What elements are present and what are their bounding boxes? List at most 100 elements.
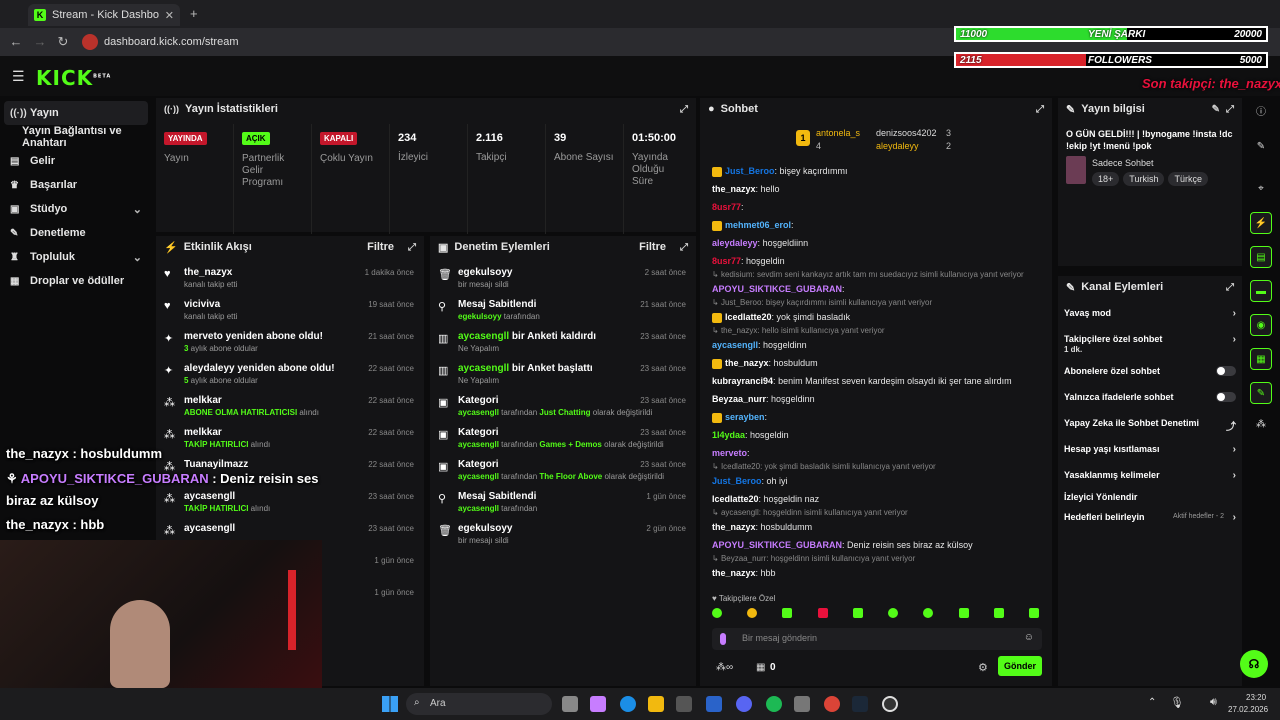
moderation-row[interactable]: ⚲ Mesaj Sabitlendi aycasengll tarafından… <box>430 488 696 520</box>
activity-row[interactable]: ⁂ melkkar ABONE OLMA HATIRLATICISI alınd… <box>156 392 424 424</box>
chat-message[interactable]: Just_Beroo: bişey kaçırdımmı <box>700 162 1052 180</box>
emote-icon[interactable] <box>958 608 969 618</box>
filter-button[interactable]: Filtre <box>639 241 666 253</box>
steam-icon[interactable] <box>852 696 868 712</box>
chat-message[interactable]: Icedlatte20: yok şimdi basladık <box>700 308 1052 326</box>
sidebar-item-topluluk[interactable]: ♜ Topluluk ⌄ <box>0 245 152 269</box>
edit-icon[interactable]: ✎ <box>1212 104 1220 115</box>
edit-icon[interactable]: ✎ <box>1250 136 1272 158</box>
moderation-row[interactable]: ▣ Kategori aycasengll tarafından The Flo… <box>430 456 696 488</box>
channel-action-row[interactable]: Yasaklanmış kelimeler › <box>1064 470 1236 481</box>
gift-icon[interactable]: ▦ <box>756 662 765 673</box>
emote-icon[interactable] <box>923 608 934 618</box>
moderation-row[interactable]: 🗑︎ egekulsoyy bir mesajı sildi 2 gün önc… <box>430 520 696 552</box>
back-icon[interactable]: ← <box>8 34 24 50</box>
channel-action-row[interactable]: Takipçilere özel sohbet 1 dk. › <box>1064 334 1236 354</box>
chat-message[interactable]: aleydaleyy: hoşgeldiinn <box>700 234 1052 252</box>
expand-icon[interactable]: ⤢ <box>1226 104 1234 115</box>
chat-message[interactable]: the_nazyx: hello <box>700 180 1052 198</box>
emote-icon[interactable] <box>817 608 828 618</box>
chat-reply-context[interactable]: ↳ Beyzaa_nurr: hoşgeldinn isimli kullanı… <box>700 554 1052 564</box>
kick-logo[interactable]: KICKBETA <box>36 66 111 90</box>
target-icon[interactable]: ⌖ <box>1250 178 1272 200</box>
broadcast-icon[interactable]: ◉ <box>1250 314 1272 336</box>
activity-row[interactable]: ✦ aleydaleyy yeniden abone oldu! 5 aylık… <box>156 360 424 392</box>
activity-row[interactable]: ⁂ aycasengll TAKİP HATIRLICI alındı 23 s… <box>156 488 424 520</box>
taskbar-search[interactable]: ⌕ Ara <box>406 693 552 715</box>
chat-message[interactable]: aycasengll: hoşgeldinn <box>700 336 1052 354</box>
folder-icon[interactable] <box>648 696 664 712</box>
chat-icon[interactable]: ▬ <box>1250 280 1272 302</box>
points-icon[interactable]: ⁂∞ <box>716 662 733 673</box>
tray-chevron-icon[interactable]: ⌃ <box>1148 697 1156 708</box>
channel-action-row[interactable]: İzleyici Yönlendir <box>1064 492 1236 503</box>
channel-action-row[interactable]: Hesap yaşı kısıtlaması › <box>1064 444 1236 455</box>
tag[interactable]: 18+ <box>1092 172 1120 186</box>
chat-message[interactable]: APOYU_SIKTIKCE_GUBARAN: Deniz reisin ses… <box>700 536 1052 554</box>
browser-tab[interactable]: K Stream - Kick Dashboard ✕ <box>28 4 180 26</box>
expand-icon[interactable]: ⤢ <box>1226 282 1234 293</box>
sidebar-item-yayin[interactable]: ((·)) Yayın <box>4 101 148 125</box>
expand-icon[interactable]: ⤢ <box>680 242 688 253</box>
clock-date[interactable]: 27.02.2026 <box>1228 705 1268 714</box>
chrome-icon[interactable] <box>824 696 840 712</box>
sidebar-item-stream-key[interactable]: Yayın Bağlantısı ve Anahtarı <box>0 125 152 149</box>
activity-row[interactable]: ♥ viciviva kanalı takip etti 19 saat önc… <box>156 296 424 328</box>
emote-icon[interactable] <box>852 608 863 618</box>
moderation-row[interactable]: ▥ aycasengll bir Anketi kaldırdı Ne Yapa… <box>430 328 696 360</box>
discord-icon[interactable] <box>736 696 752 712</box>
clock-time[interactable]: 23:20 <box>1246 693 1266 702</box>
activity-row[interactable]: ♥ the_nazyx kanalı takip etti 1 dakika ö… <box>156 264 424 296</box>
channel-action-row[interactable]: Abonelere özel sohbet <box>1064 366 1236 377</box>
sidebar-item-basarilar[interactable]: ♛ Başarılar <box>0 173 152 197</box>
toggle-switch[interactable] <box>1216 392 1236 405</box>
chat-reply-context[interactable]: ↳ Just_Beroo: bişey kaçırdımmı isimli ku… <box>700 298 1052 308</box>
moderation-row[interactable]: 🗑︎ egekulsoyy bir mesajı sildi 2 saat ön… <box>430 264 696 296</box>
channel-action-row[interactable]: Yavaş mod › <box>1064 308 1236 319</box>
list-icon[interactable]: ▤ <box>1250 246 1272 268</box>
expand-icon[interactable]: ⤢ <box>1036 104 1044 115</box>
sidebar-item-studyo[interactable]: ▣ Stüdyo ⌄ <box>0 197 152 221</box>
moderation-row[interactable]: ▣ Kategori aycasengll tarafından Just Ch… <box>430 392 696 424</box>
wrench-icon[interactable]: ✎ <box>1250 382 1272 404</box>
moderation-row[interactable]: ▣ Kategori aycasengll tarafından Games +… <box>430 424 696 456</box>
chat-message[interactable]: 8usr77: <box>700 198 1052 216</box>
chat-message[interactable]: Icedlatte20: hoşgeldin naz <box>700 490 1052 508</box>
channel-action-row[interactable]: Hedefleri belirleyin Aktif hedefler - 2 › <box>1064 512 1236 523</box>
bolt-icon[interactable]: ⚡ <box>1250 212 1272 234</box>
sidebar-item-denetleme[interactable]: ✎ Denetleme <box>0 221 152 245</box>
chat-message[interactable]: mehmet06_erol: <box>700 216 1052 234</box>
sidebar-item-gelir[interactable]: ▤ Gelir <box>0 149 152 173</box>
emote-icon[interactable] <box>712 608 722 618</box>
url-field[interactable]: dashboard.kick.com/stream <box>80 32 840 52</box>
mic-tray-icon[interactable]: 🎙︎ <box>1170 696 1184 709</box>
expand-icon[interactable]: ⤢ <box>408 242 416 253</box>
chat-message[interactable]: the_nazyx: hosbuldum <box>700 354 1052 372</box>
new-tab-icon[interactable]: + <box>190 6 198 21</box>
close-tab-icon[interactable]: ✕ <box>165 9 174 22</box>
sidebar-item-droplar[interactable]: ▦ Droplar ve ödüller <box>0 269 152 293</box>
spotify-icon[interactable] <box>766 696 782 712</box>
send-button[interactable]: Gönder <box>998 656 1042 676</box>
chat-message[interactable]: merveto: <box>700 444 1052 462</box>
chat-message[interactable]: serayben: <box>700 408 1052 426</box>
mail-icon[interactable] <box>706 696 722 712</box>
activity-row[interactable]: ✦ merveto yeniden abone oldu! 3 aylık ab… <box>156 328 424 360</box>
expand-icon[interactable]: ⤢ <box>680 104 688 115</box>
help-icon[interactable]: ☊ <box>1240 650 1268 678</box>
chat-message[interactable]: the_nazyx: hbb <box>700 564 1052 582</box>
moderation-row[interactable]: ▥ aycasengll bir Anket başlattı Ne Yapal… <box>430 360 696 392</box>
chat-message[interactable]: 8usr77: hoşgeldin <box>700 252 1052 270</box>
copilot-icon[interactable] <box>590 696 606 712</box>
emote-icon[interactable] <box>1028 608 1039 618</box>
app-icon[interactable] <box>676 696 692 712</box>
chat-reply-context[interactable]: ↳ kedisium: sevdim seni kankayız artık t… <box>700 270 1052 280</box>
chat-message[interactable]: Just_Beroo: oh iyi <box>700 472 1052 490</box>
task-view-icon[interactable] <box>562 696 578 712</box>
chat-reply-context[interactable]: ↳ aycasengll: hoşgeldinn isimli kullanıc… <box>700 508 1052 518</box>
emote-icon[interactable] <box>782 608 793 618</box>
settings-icon[interactable]: ⚙ <box>978 661 988 674</box>
reload-icon[interactable]: ↻ <box>55 34 71 50</box>
activity-row[interactable]: ⁂ melkkar TAKİP HATIRLICI alındı 22 saat… <box>156 424 424 456</box>
filter-button[interactable]: Filtre <box>367 241 394 253</box>
